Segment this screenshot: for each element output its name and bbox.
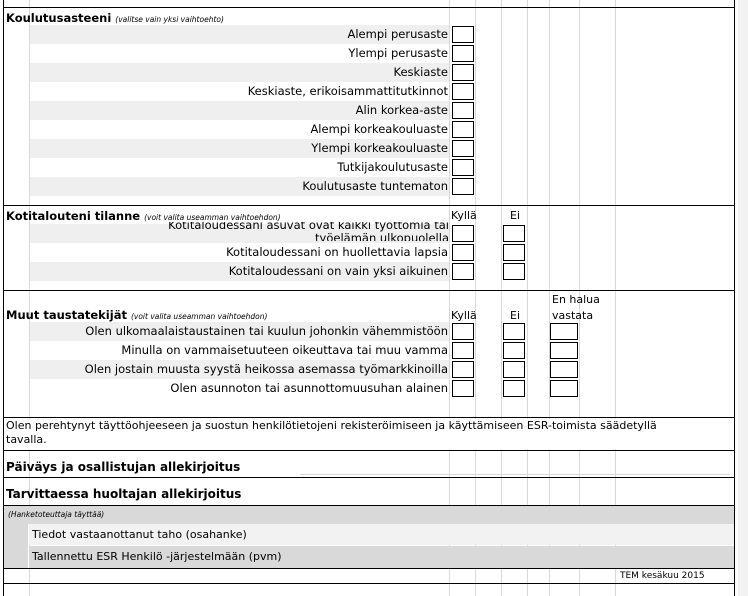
background-yes-checkbox[interactable]: [452, 342, 474, 359]
education-option-label: Tutkijakoulutusaste: [337, 160, 448, 174]
household-option-label: Kotitaloudessani asuvat ovat kaikki työt…: [168, 222, 449, 241]
household-no-checkbox[interactable]: [503, 263, 525, 280]
household-yes-checkbox[interactable]: [452, 225, 474, 242]
education-option-label: Keskiaste, erikoisammattitutkinnot: [247, 84, 448, 98]
background-decline-checkbox[interactable]: [550, 361, 578, 378]
education-option-label: Ylempi perusaste: [348, 46, 448, 60]
background-no-checkbox[interactable]: [503, 323, 525, 340]
participant-signature-line[interactable]: [300, 474, 730, 475]
education-checkbox[interactable]: [452, 45, 474, 62]
project-side-band: [4, 524, 28, 568]
background-no-checkbox[interactable]: [503, 361, 525, 378]
section-divider: [3, 205, 734, 206]
household-option-label: Kotitaloudessani on vain yksi aikuinen: [228, 264, 448, 278]
row-band: [30, 63, 449, 82]
education-checkbox[interactable]: [452, 64, 474, 81]
education-option-label: Alempi perusaste: [347, 27, 449, 41]
education-option-label: Alin korkea-aste: [355, 103, 448, 117]
education-checkbox[interactable]: [452, 26, 474, 43]
education-option-label: Ylempi korkeakouluaste: [311, 141, 448, 155]
background-decline-checkbox[interactable]: [550, 342, 578, 359]
household-option-wrap: Kotitaloudessani asuvat ovat kaikki työt…: [30, 222, 449, 241]
background-col-no: Ei: [510, 309, 521, 322]
consent-line-2: tavalla.: [6, 433, 47, 446]
education-option-label: Keskiaste: [393, 65, 448, 79]
project-note: (Hanketoteuttaja täyttää): [8, 510, 105, 519]
household-no-checkbox[interactable]: [503, 225, 525, 242]
background-option-label: Olen asunnoton tai asunnottomuusuhan ala…: [170, 381, 448, 395]
background-col-decline-2: vastata: [552, 309, 594, 322]
household-col-yes: Kyllä: [451, 209, 477, 222]
background-option-label: Minulla on vammaisetuuteen oikeuttava ta…: [121, 343, 448, 357]
education-option-label: Alempi korkeakouluaste: [310, 122, 448, 136]
section-divider: [3, 477, 734, 478]
section-divider: [3, 417, 734, 418]
background-col-yes: Kyllä: [451, 309, 477, 322]
education-option-label: Koulutusaste tuntematon: [302, 179, 448, 193]
household-yes-checkbox[interactable]: [452, 244, 474, 261]
household-yes-checkbox[interactable]: [452, 263, 474, 280]
background-decline-checkbox[interactable]: [550, 323, 578, 340]
window-edge: [738, 0, 748, 596]
participant-signature-label: Päiväys ja osallistujan allekirjoitus: [6, 460, 241, 474]
project-row-received-by: Tiedot vastaanottanut taho (osahanke): [32, 528, 247, 541]
education-checkbox[interactable]: [452, 178, 474, 195]
background-yes-checkbox[interactable]: [452, 380, 474, 397]
project-row-saved-in: Tallennettu ESR Henkilö -järjestelmään (…: [32, 550, 282, 563]
grid-line: [734, 0, 735, 596]
household-col-no: Ei: [510, 209, 521, 222]
background-yes-checkbox[interactable]: [452, 323, 474, 340]
section-divider: [3, 568, 734, 569]
household-no-checkbox[interactable]: [503, 244, 525, 261]
project-note-band: [4, 506, 734, 524]
education-checkbox[interactable]: [452, 140, 474, 157]
education-checkbox[interactable]: [452, 83, 474, 100]
version-footer: TEM kesäkuu 2015: [620, 571, 705, 581]
section-divider: [3, 7, 734, 8]
section-divider: [3, 583, 734, 584]
background-option-label: Olen jostain muusta syystä heikossa asem…: [84, 362, 448, 376]
education-checkbox[interactable]: [452, 159, 474, 176]
form-sheet: Koulutusasteeni (valitse vain yksi vaihto…: [0, 0, 748, 596]
section-divider: [3, 450, 734, 451]
section-divider: [3, 290, 734, 291]
education-checkbox[interactable]: [452, 102, 474, 119]
background-option-label: Olen ulkomaalaistaustainen tai kuulun jo…: [85, 324, 448, 338]
background-no-checkbox[interactable]: [503, 380, 525, 397]
guardian-signature-label: Tarvittaessa huoltajan allekirjoitus: [6, 487, 242, 501]
background-decline-checkbox[interactable]: [550, 380, 578, 397]
background-yes-checkbox[interactable]: [452, 361, 474, 378]
education-checkbox[interactable]: [452, 121, 474, 138]
consent-line-1: Olen perehtynyt täyttöohjeeseen ja suost…: [6, 419, 657, 432]
background-col-decline: En halua: [552, 293, 600, 306]
household-option-label: Kotitaloudessani on huollettavia lapsia: [226, 245, 448, 259]
background-no-checkbox[interactable]: [503, 342, 525, 359]
